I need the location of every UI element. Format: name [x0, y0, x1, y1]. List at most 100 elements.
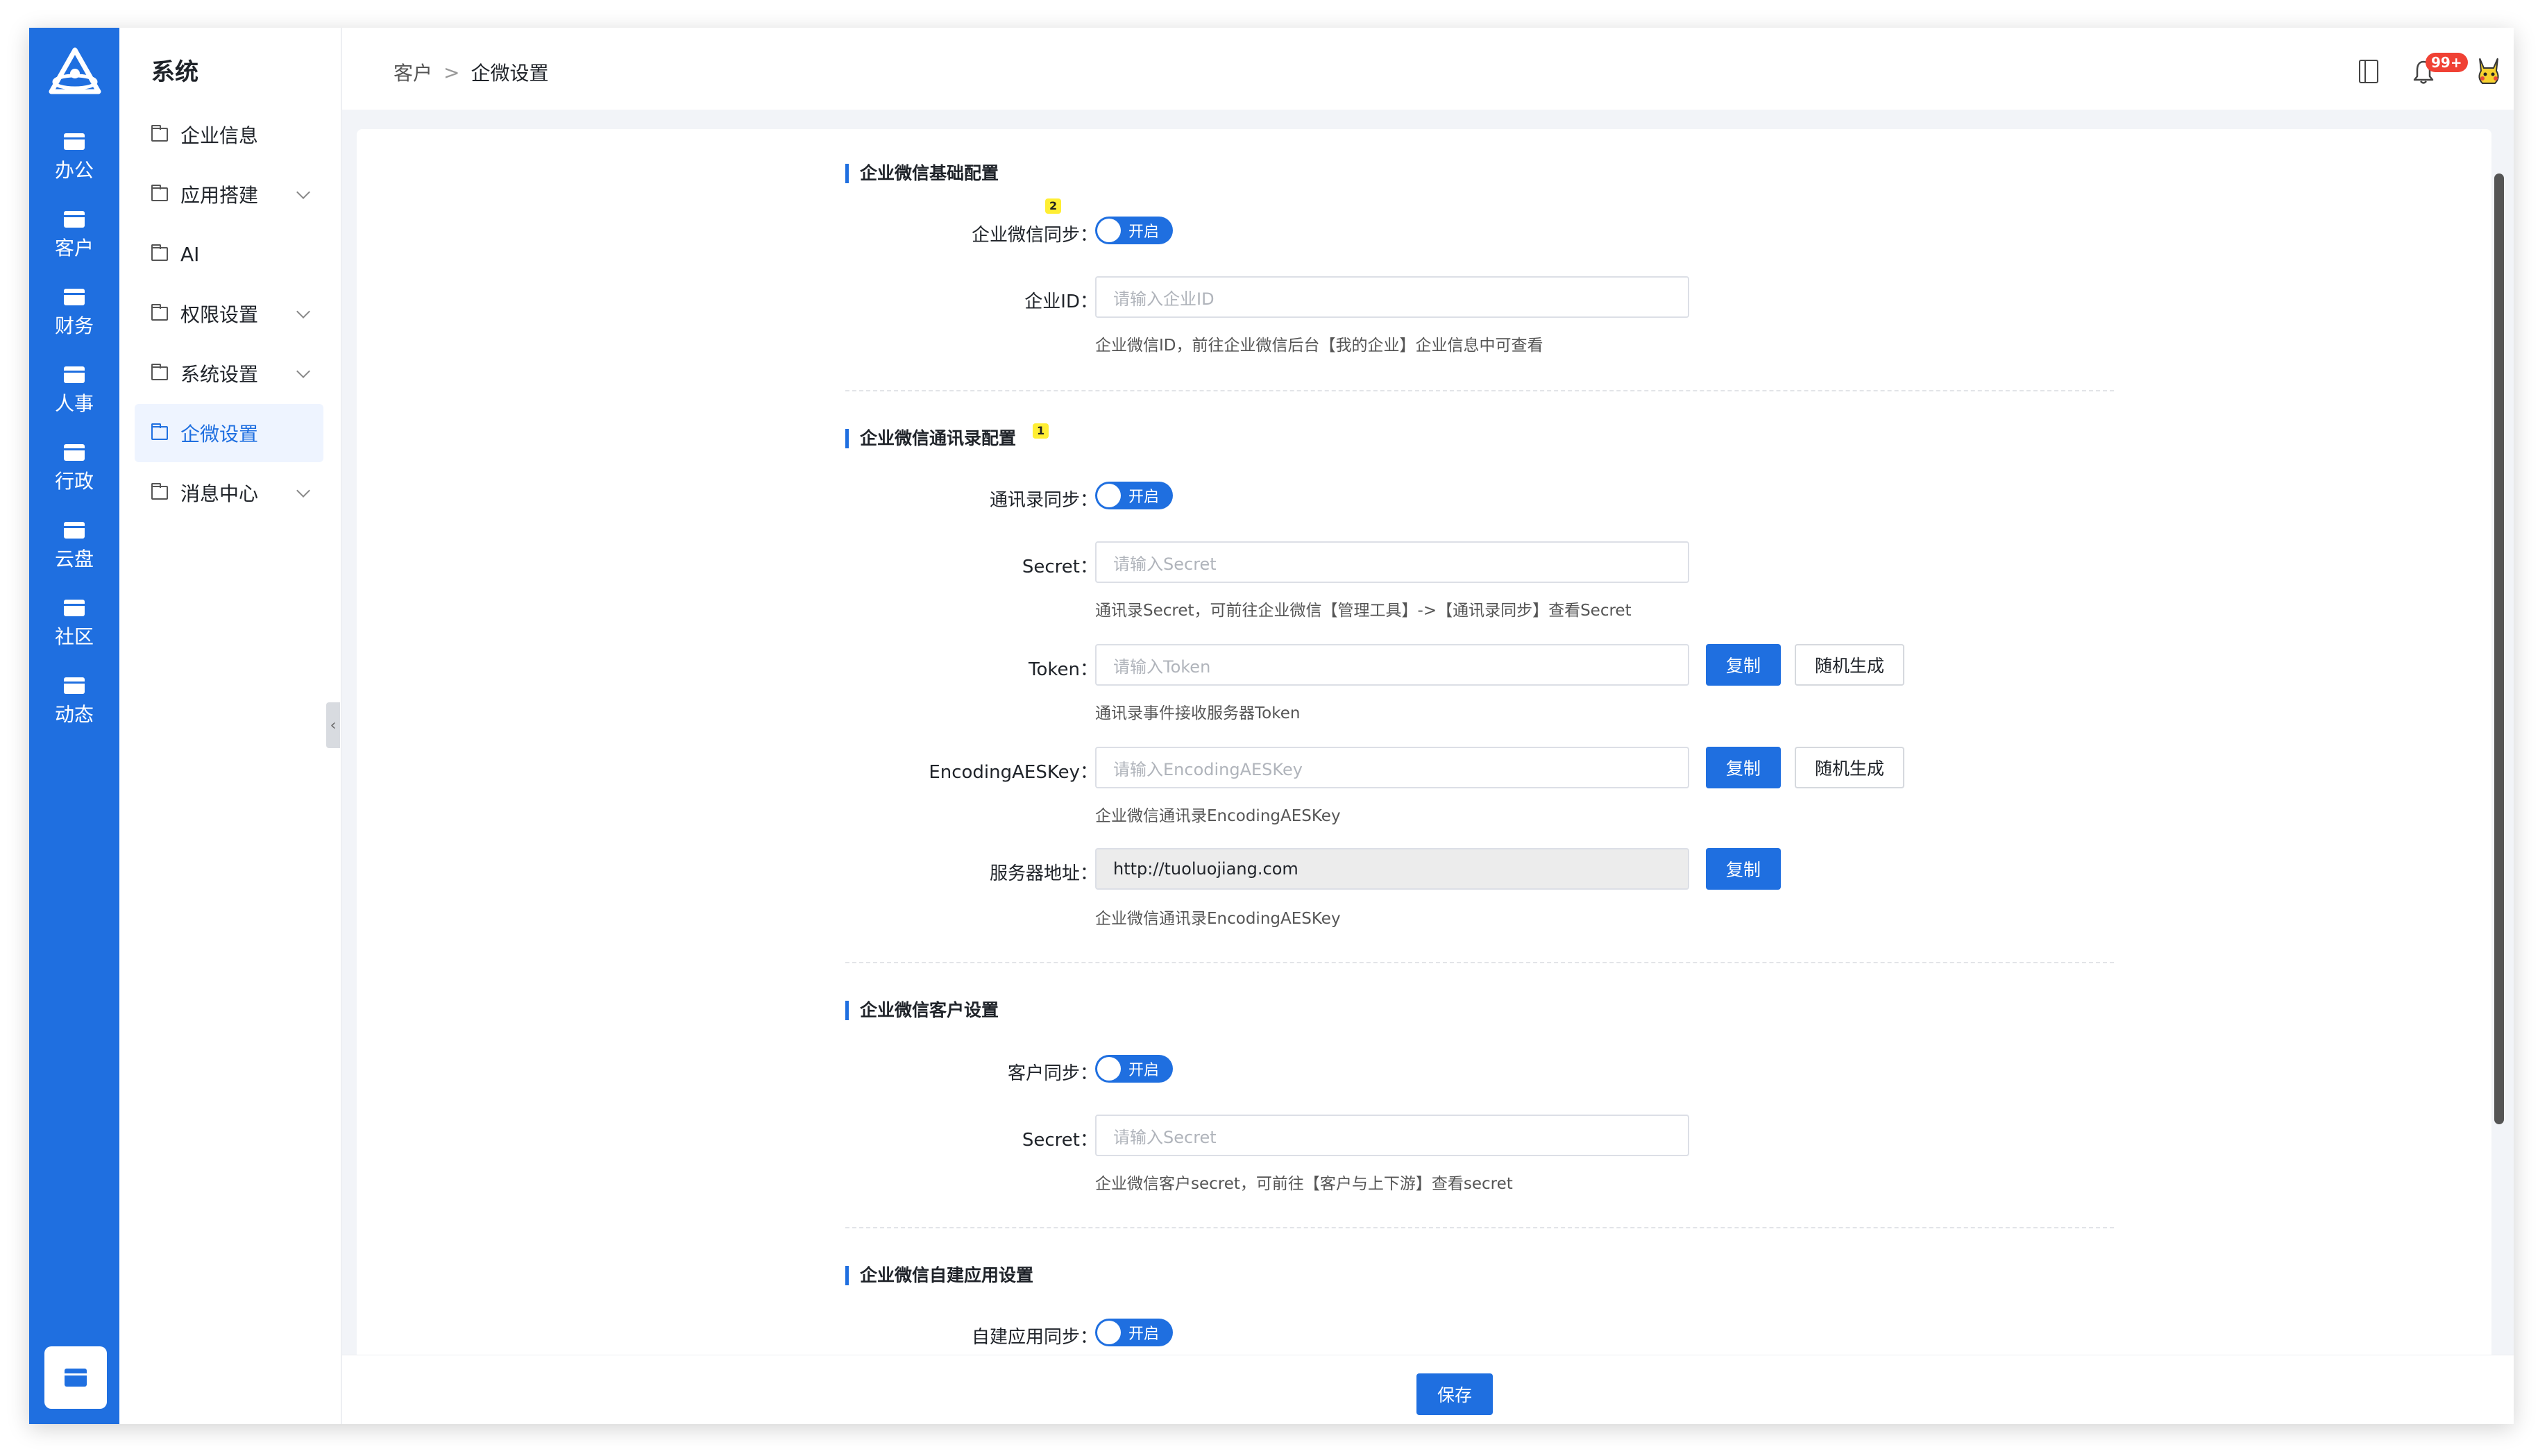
system-button[interactable] — [44, 1346, 107, 1409]
rail-item-cloud[interactable]: 云盘 — [29, 522, 119, 591]
wecom-sync-toggle[interactable]: 开启 — [1095, 217, 1173, 244]
breadcrumb-separator: > — [443, 60, 460, 84]
server-url-label: 服务器地址： — [989, 863, 1098, 884]
rail-label: 行政 — [54, 470, 94, 493]
folder-icon — [151, 364, 168, 380]
customer-secret-input[interactable]: 请输入Secret — [1095, 1115, 1689, 1156]
contacts-secret-label: Secret： — [1022, 557, 1098, 577]
customer-sync-toggle[interactable]: 开启 — [1095, 1055, 1173, 1083]
sidebar-item-company-info[interactable]: 企业信息 — [135, 105, 323, 164]
top-header: 客户 > 企微设置 99+ — [342, 28, 2514, 110]
marker-badge: 1 — [1033, 423, 1049, 439]
rail-item-community[interactable]: 社区 — [29, 600, 119, 669]
customer-secret-label: Secret： — [1022, 1130, 1098, 1151]
community-icon — [64, 600, 85, 616]
section-title-app: 企业微信自建应用设置 — [845, 1266, 1033, 1285]
rail-label: 办公 — [54, 159, 94, 182]
app-sync-toggle[interactable]: 开启 — [1095, 1319, 1173, 1346]
chevron-down-icon — [296, 185, 310, 199]
aes-key-hint: 企业微信通讯录EncodingAESKey — [1095, 807, 1341, 825]
folder-icon — [151, 483, 168, 500]
aes-key-input[interactable]: 请输入EncodingAESKey — [1095, 747, 1689, 788]
corp-id-label: 企业ID： — [1024, 291, 1098, 312]
app-logo-icon[interactable] — [46, 44, 104, 103]
avatar[interactable] — [2473, 56, 2505, 87]
contacts-sync-toggle[interactable]: 开启 — [1095, 482, 1173, 509]
folder-icon — [151, 244, 168, 261]
footer-bar: 保存 — [342, 1355, 2514, 1424]
customer-sync-label: 客户同步： — [1007, 1063, 1098, 1084]
sidebar-item-label: 企业信息 — [180, 124, 259, 147]
breadcrumb-current: 企微设置 — [471, 62, 549, 85]
sidebar-collapse-handle[interactable]: ‹ — [326, 702, 340, 748]
sidebar-item-ai[interactable]: AI — [135, 225, 323, 283]
token-hint: 通讯录事件接收服务器Token — [1095, 704, 1301, 722]
rail-item-admin[interactable]: 行政 — [29, 444, 119, 514]
admin-icon — [64, 444, 85, 461]
contacts-secret-hint: 通讯录Secret，可前往企业微信【管理工具】->【通讯录同步】查看Secret — [1095, 602, 1632, 620]
chevron-down-icon — [296, 484, 310, 498]
hr-icon — [64, 366, 85, 383]
section-divider — [845, 390, 2114, 391]
sidebar-item-app-build[interactable]: 应用搭建 — [135, 165, 323, 223]
cloud-icon — [64, 522, 85, 539]
chevron-down-icon — [296, 364, 310, 378]
section-divider — [845, 1227, 2114, 1228]
marker-badge: 2 — [1045, 198, 1062, 214]
sidebar-item-message-center[interactable]: 消息中心 — [135, 464, 323, 522]
sidebar-title: 系统 — [151, 58, 198, 86]
rail-label: 社区 — [54, 625, 94, 648]
server-url-copy-button[interactable]: 复制 — [1706, 848, 1781, 890]
token-input[interactable]: 请输入Token — [1095, 644, 1689, 686]
sidebar-item-label: 权限设置 — [180, 303, 259, 326]
token-copy-button[interactable]: 复制 — [1706, 644, 1781, 686]
rail-item-activity[interactable]: 动态 — [29, 677, 119, 747]
aes-key-random-button[interactable]: 随机生成 — [1795, 747, 1904, 788]
corp-id-input[interactable]: 请输入企业ID — [1095, 276, 1689, 318]
folder-icon — [151, 423, 168, 440]
breadcrumb: 客户 > 企微设置 — [394, 58, 549, 86]
notebook-icon[interactable] — [2359, 60, 2378, 83]
breadcrumb-item[interactable]: 客户 — [394, 58, 432, 86]
aes-key-copy-button[interactable]: 复制 — [1706, 747, 1781, 788]
rail-label: 财务 — [54, 314, 94, 337]
notification-badge: 99+ — [2426, 53, 2468, 72]
server-url-field: http://tuoluojiang.com — [1095, 848, 1689, 890]
sidebar-item-label: 应用搭建 — [180, 184, 259, 207]
sidebar-item-permissions[interactable]: 权限设置 — [135, 285, 323, 343]
chevron-left-icon: ‹ — [330, 716, 337, 734]
save-button[interactable]: 保存 — [1416, 1373, 1493, 1415]
sidebar-item-system-settings[interactable]: 系统设置 — [135, 344, 323, 403]
sidebar-item-label: 消息中心 — [180, 482, 259, 505]
rail-item-hr[interactable]: 人事 — [29, 366, 119, 436]
rail-label: 云盘 — [54, 548, 94, 570]
sidebar: 系统 企业信息 应用搭建 AI 权限设置 系统设置 企微设置 消息中心 — [119, 28, 341, 1424]
system-icon — [65, 1369, 87, 1387]
rail-item-finance[interactable]: 财务 — [29, 289, 119, 358]
section-title-contacts: 企业微信通讯录配置 — [845, 429, 1016, 448]
office-icon — [64, 133, 85, 150]
section-title-customer: 企业微信客户设置 — [845, 1001, 999, 1020]
customer-secret-hint: 企业微信客户secret，可前往【客户与上下游】查看secret — [1095, 1175, 1513, 1193]
main-rail: 办公 客户 财务 人事 行政 云盘 社区 动态 — [29, 28, 119, 1424]
token-random-button[interactable]: 随机生成 — [1795, 644, 1904, 686]
sidebar-item-label: 系统设置 — [180, 363, 259, 386]
folder-icon — [151, 304, 168, 321]
rail-label: 动态 — [54, 703, 94, 726]
rail-item-office[interactable]: 办公 — [29, 133, 119, 203]
rail-label: 客户 — [54, 237, 94, 260]
section-title-basic: 企业微信基础配置 — [845, 164, 999, 183]
scrollbar[interactable] — [2494, 173, 2504, 1124]
token-label: Token： — [1029, 659, 1098, 680]
chevron-down-icon — [296, 305, 310, 319]
sidebar-item-wecom-settings[interactable]: 企微设置 — [135, 404, 323, 462]
corp-id-hint: 企业微信ID，前往企业微信后台【我的企业】企业信息中可查看 — [1095, 337, 1543, 355]
sidebar-item-label: AI — [180, 242, 200, 266]
section-divider — [845, 962, 2114, 963]
wecom-sync-label: 企业微信同步： — [971, 225, 1098, 246]
app-window: 办公 客户 财务 人事 行政 云盘 社区 动态 系统 企业信息 应用搭建 AI … — [29, 28, 2514, 1424]
rail-label: 人事 — [54, 392, 94, 415]
rail-item-customer[interactable]: 客户 — [29, 211, 119, 280]
contacts-secret-input[interactable]: 请输入Secret — [1095, 541, 1689, 583]
aes-key-label: EncodingAESKey： — [929, 762, 1098, 783]
